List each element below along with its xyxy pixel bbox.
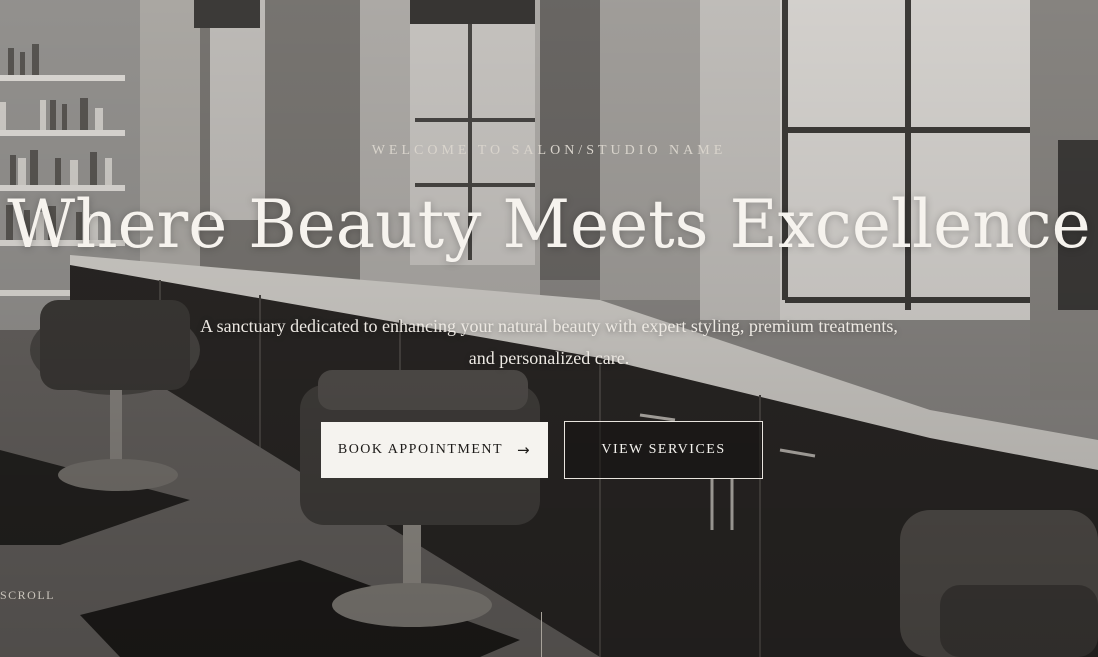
scroll-indicator-line	[541, 612, 542, 657]
view-services-label: VIEW SERVICES	[601, 442, 726, 457]
view-services-button[interactable]: VIEW SERVICES	[564, 421, 763, 479]
arrow-right-icon: →	[517, 441, 532, 459]
book-appointment-label: BOOK APPOINTMENT	[337, 442, 504, 457]
hero-eyebrow: WELCOME TO SALON/STUDIO NAME	[371, 143, 727, 158]
scroll-indicator-label[interactable]: SCROLL	[0, 588, 1098, 603]
hero-section: WELCOME TO SALON/STUDIO NAME Where Beaut…	[0, 0, 1098, 657]
hero-subtitle: A sanctuary dedicated to enhancing your …	[200, 316, 898, 368]
hero-headline: Where Beauty Meets Excellence	[7, 186, 1091, 263]
book-appointment-button[interactable]: BOOK APPOINTMENT →	[321, 422, 548, 478]
